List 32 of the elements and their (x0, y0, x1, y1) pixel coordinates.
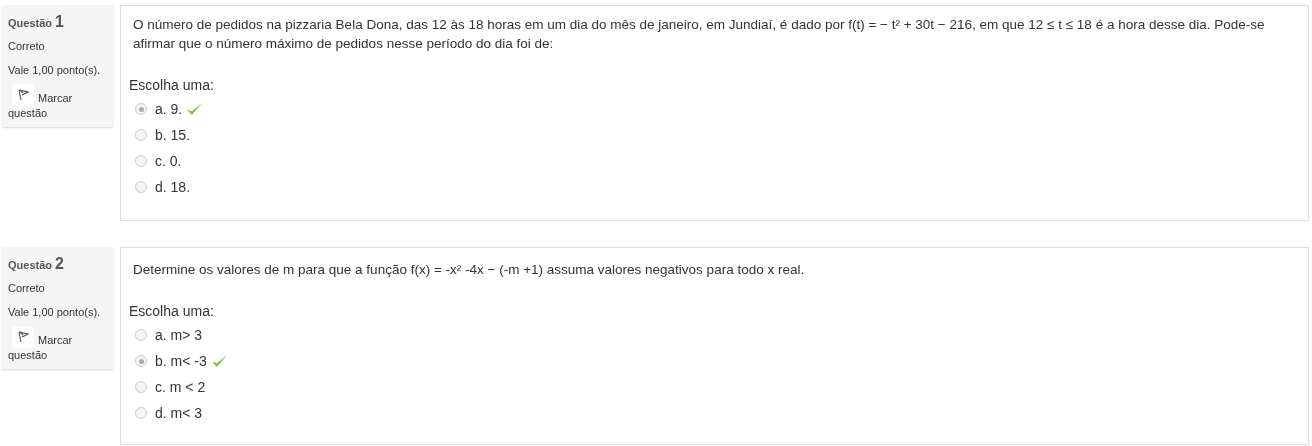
question-label: Questão (8, 16, 52, 31)
question-number: 2 (55, 254, 64, 274)
radio-button[interactable] (135, 407, 147, 419)
question-text: Determine os valores de m para que a função f(x) = -x² -4x − (-m +1) assuma valores negativos para todo x real. (132, 261, 806, 279)
question-number: 1 (55, 12, 64, 32)
radio-button[interactable] (135, 329, 147, 341)
question-points: Vale 1,00 ponto(s). (8, 304, 102, 320)
question-text: O número de pedidos na pizzaria Bela Dona, das 12 às 18 horas em um dia do mês de janeiro, em Jundiaí, é dado por f(t) = − t² + 30t − 216, em que 12 ≤ t ≤ 18 é a hora desse dia. Pode-se afirmar que o número máximo de pedidos nesse período do dia foi de: (132, 16, 1266, 53)
option-label: c. 0. (155, 151, 182, 171)
option-label: a. 9. (155, 99, 183, 119)
question-points: Vale 1,00 ponto(s). (8, 62, 102, 78)
option-label: d. m< 3 (155, 403, 203, 423)
flag-icon[interactable] (12, 326, 34, 348)
radio-button[interactable] (135, 181, 147, 193)
flag-question-link[interactable]: Marcar questão (8, 326, 107, 363)
flag-question-link[interactable]: Marcar questão (8, 84, 107, 121)
radio-button[interactable] (135, 129, 147, 141)
radio-button[interactable] (135, 155, 147, 167)
radio-button[interactable] (135, 355, 147, 367)
flag-icon[interactable] (12, 84, 34, 106)
choice-prompt: Escolha uma: (129, 302, 215, 321)
option-label: d. 18. (155, 177, 191, 197)
option-label: c. m < 2 (155, 377, 206, 397)
question-label: Questão (8, 258, 52, 273)
question-status: Correto (8, 39, 46, 54)
choice-prompt: Escolha uma: (129, 76, 215, 95)
option-label: b. m< -3 (155, 351, 207, 371)
question-status: Correto (8, 281, 46, 296)
radio-button[interactable] (135, 381, 147, 393)
option-label: a. m> 3 (155, 325, 203, 345)
option-label: b. 15. (155, 125, 191, 145)
radio-button[interactable] (135, 103, 147, 115)
